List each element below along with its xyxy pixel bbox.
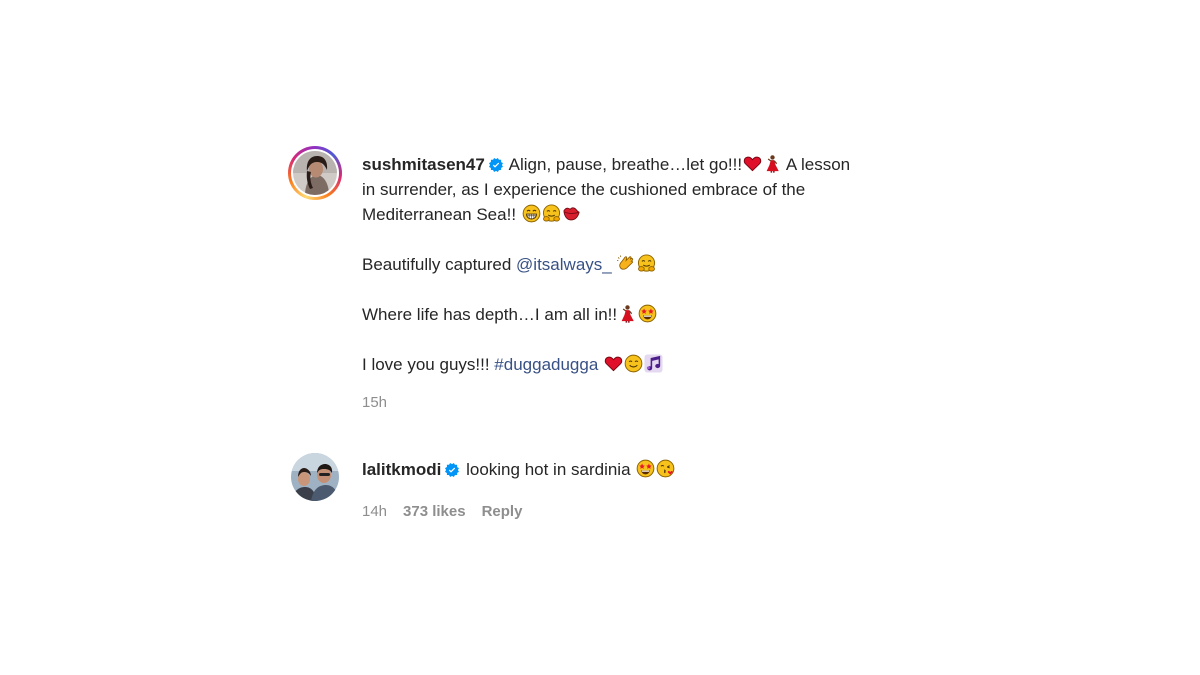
musical-notes-icon	[644, 354, 663, 373]
caption-body: sushmitasen47 Align, pause, breathe…let …	[362, 152, 922, 411]
avatar-story-ring[interactable]	[288, 146, 342, 200]
caption-p3-text: Where life has depth…I am all in!!	[362, 305, 618, 324]
caption-line1-tail: A lesson	[782, 155, 851, 174]
hashtag-link[interactable]: #duggadugga	[494, 355, 598, 374]
caption-comment: sushmitasen47 Align, pause, breathe…let …	[288, 146, 922, 411]
avatar[interactable]	[293, 151, 337, 195]
caption-line1-text: Align, pause, breathe…let go!!!	[508, 155, 743, 174]
hugging-face-icon	[542, 204, 561, 223]
red-heart-icon	[604, 354, 623, 373]
likes-count[interactable]: 373 likes	[403, 503, 466, 520]
dancer-icon	[618, 304, 637, 323]
dancer-icon	[763, 154, 782, 173]
reply-meta: 14h 373 likes Reply	[362, 503, 922, 520]
reply-button[interactable]: Reply	[482, 503, 523, 520]
avatar[interactable]	[291, 453, 339, 501]
caption-line2: in surrender, as I experience the cushio…	[362, 180, 806, 199]
reply-text: looking hot in sardinia	[466, 460, 636, 479]
caption-username[interactable]: sushmitasen47	[362, 155, 485, 174]
caption-meta: 15h	[362, 394, 922, 411]
reply-username[interactable]: lalitkmodi	[362, 460, 441, 479]
star-struck-icon	[638, 304, 657, 323]
kiss-mark-icon	[562, 204, 581, 223]
grinning-face-icon	[522, 204, 541, 223]
verified-badge-icon	[489, 158, 503, 172]
caption-timestamp[interactable]: 15h	[362, 394, 387, 411]
red-heart-icon	[743, 154, 762, 173]
avatar-photo	[293, 151, 337, 195]
star-struck-icon	[636, 459, 655, 478]
hugging-face-icon	[637, 254, 656, 273]
avatar-photo	[291, 453, 339, 501]
verified-badge-icon	[445, 463, 459, 477]
mention-link[interactable]: @itsalways_	[516, 255, 612, 274]
reply-body: lalitkmodi looking hot in sardinia 14h 3…	[362, 457, 922, 520]
face-blowing-kiss-icon	[656, 459, 675, 478]
comments-panel: sushmitasen47 Align, pause, breathe…let …	[0, 0, 1200, 675]
smiling-face-icon	[624, 354, 643, 373]
caption-line3-text: Mediterranean Sea!!	[362, 205, 521, 224]
clapping-hands-icon	[617, 254, 636, 273]
caption-p2-text: Beautifully captured	[362, 255, 517, 274]
reply-comment: lalitkmodi looking hot in sardinia 14h 3…	[288, 451, 922, 520]
reply-timestamp[interactable]: 14h	[362, 503, 387, 520]
caption-p4-text: I love you guys!!!	[362, 355, 495, 374]
